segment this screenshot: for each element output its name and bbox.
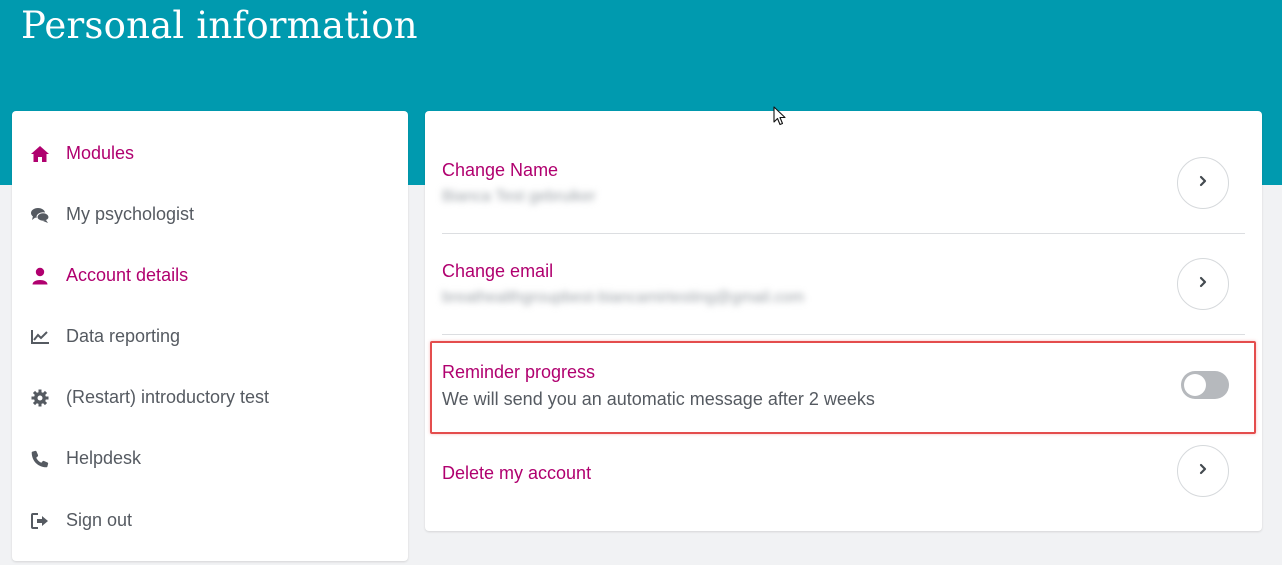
phone-icon bbox=[30, 449, 50, 469]
mouse-cursor-icon bbox=[773, 106, 787, 126]
chevron-right-icon bbox=[1198, 275, 1208, 293]
sidebar-item-sign-out[interactable]: Sign out bbox=[12, 501, 408, 541]
current-email-value: breathealthgroupbest-biancamirtesting@gm… bbox=[442, 289, 805, 306]
sidebar-item-label: Sign out bbox=[66, 510, 133, 530]
sidebar-item-helpdesk[interactable]: Helpdesk bbox=[12, 439, 408, 479]
home-icon bbox=[30, 144, 50, 164]
sidebar-item-label: My psychologist bbox=[66, 204, 195, 224]
gear-icon bbox=[30, 388, 50, 408]
reminder-progress-title: Reminder progress bbox=[442, 362, 596, 382]
reminder-progress-toggle[interactable] bbox=[1181, 371, 1229, 399]
chat-icon bbox=[30, 205, 50, 225]
divider bbox=[442, 334, 1245, 335]
delete-account-title[interactable]: Delete my account bbox=[442, 463, 591, 484]
delete-account-button[interactable] bbox=[1177, 445, 1229, 497]
sidebar-item-label: Account details bbox=[66, 265, 189, 285]
sidebar-item-account-details[interactable]: Account details bbox=[12, 256, 408, 296]
sidebar-item-label: Data reporting bbox=[66, 326, 181, 346]
user-icon bbox=[30, 266, 50, 286]
sidebar-item-label: Helpdesk bbox=[66, 448, 142, 468]
sidebar: Modules My psychologist Account details … bbox=[12, 111, 408, 561]
account-settings-panel: Change Name Bianca Test gebruiker Change… bbox=[425, 111, 1262, 531]
sidebar-item-data-reporting[interactable]: Data reporting bbox=[12, 317, 408, 357]
chevron-right-icon bbox=[1198, 462, 1208, 480]
divider bbox=[442, 233, 1245, 234]
line-chart-icon bbox=[30, 327, 50, 347]
sidebar-item-label: (Restart) introductory test bbox=[66, 387, 270, 407]
toggle-knob bbox=[1184, 374, 1206, 396]
change-email-title[interactable]: Change email bbox=[442, 261, 553, 282]
reminder-progress-description: We will send you an automatic message af… bbox=[442, 389, 875, 409]
chevron-right-icon bbox=[1198, 174, 1208, 192]
sidebar-item-restart-test[interactable]: (Restart) introductory test bbox=[12, 378, 408, 418]
change-name-button[interactable] bbox=[1177, 157, 1229, 209]
page-title: Personal information bbox=[21, 4, 418, 47]
sidebar-item-label: Modules bbox=[66, 143, 135, 163]
change-name-title[interactable]: Change Name bbox=[442, 160, 558, 181]
sign-out-icon bbox=[30, 511, 50, 531]
sidebar-item-modules[interactable]: Modules bbox=[12, 134, 408, 174]
current-name-value: Bianca Test gebruiker bbox=[442, 188, 596, 205]
sidebar-item-my-psychologist[interactable]: My psychologist bbox=[12, 195, 408, 235]
change-email-button[interactable] bbox=[1177, 258, 1229, 310]
